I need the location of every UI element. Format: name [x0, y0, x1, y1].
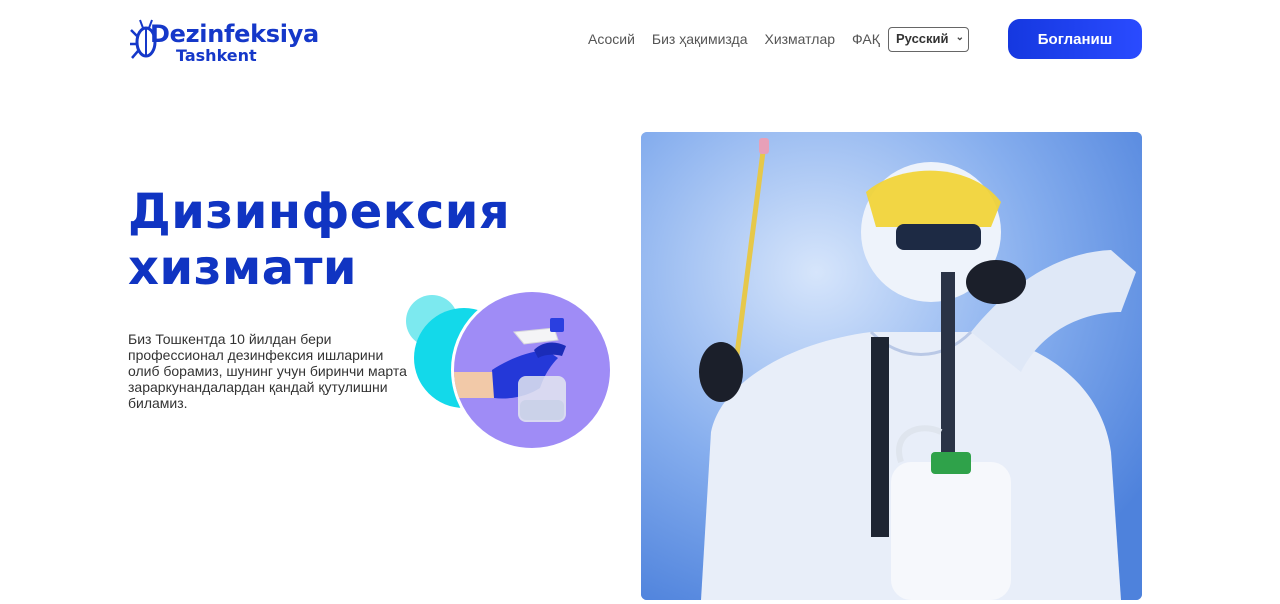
nav-item-faq[interactable]: ФАҚ — [852, 30, 880, 48]
hero-title-line1: Дизинфексия — [128, 184, 511, 240]
hazmat-worker-image — [641, 132, 1142, 600]
nav-item-about[interactable]: Биз ҳақимизда — [652, 30, 748, 48]
hero-title-line2: хизмати — [128, 240, 358, 296]
nav-item-services[interactable]: Хизматлар — [764, 30, 835, 48]
logo[interactable]: Dezinfeksiya Tashkent — [130, 14, 330, 66]
hero-title: Дизинфексия хизмати — [128, 184, 608, 296]
language-select[interactable]: Русский ⌄ — [888, 27, 969, 52]
spray-bottle-image — [451, 289, 613, 451]
nav-item-home[interactable]: Асосий — [588, 30, 635, 48]
hero-photo-disinfection-worker — [641, 132, 1142, 600]
hero-description: Биз Тошкентда 10 йилдан бери профессиона… — [128, 331, 407, 411]
chevron-down-icon: ⌄ — [955, 32, 964, 43]
gloved-hand-spray-icon — [454, 318, 566, 422]
logo-title: Dezinfeksiya — [150, 20, 319, 48]
language-select-value: Русский — [896, 31, 949, 46]
logo-subtitle: Tashkent — [176, 46, 257, 65]
main-nav: Асосий Биз ҳақимизда Хизматлар ФАҚ — [588, 30, 897, 48]
contact-button[interactable]: Богланиш — [1008, 19, 1142, 59]
